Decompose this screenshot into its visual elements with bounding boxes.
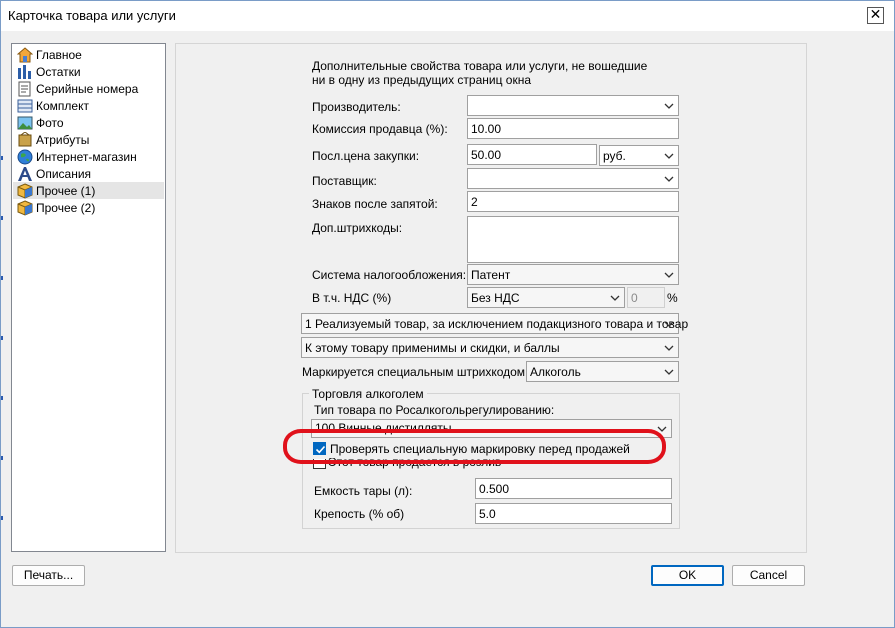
chevron-down-icon [664, 103, 674, 109]
title-bar: Карточка товара или услуги ✕ [1, 1, 894, 31]
description-line-2: ни в одну из предыдущих страниц окна [312, 73, 532, 87]
nav-item-descriptions[interactable]: Описания [13, 165, 164, 182]
discounts-value: К этому товару применимы и скидки, и бал… [305, 341, 560, 355]
background-window-edge [1, 126, 3, 546]
volume-label: Емкость тары (л): [314, 484, 413, 498]
nav-item-label: Остатки [36, 64, 81, 79]
supplier-label: Поставщик: [312, 174, 377, 188]
check-marking-label: Проверять специальную маркировку перед п… [330, 442, 630, 456]
chevron-down-icon [657, 426, 667, 432]
description-line-1: Дополнительные свойства товара или услуг… [312, 59, 648, 73]
vat-label: В т.ч. НДС (%) [312, 291, 392, 305]
photo-icon [17, 115, 33, 131]
home-icon [16, 46, 34, 63]
nav-item-kit[interactable]: Комплект [13, 97, 164, 114]
nav-item-label: Серийные номера [36, 81, 139, 96]
chevron-down-icon [610, 295, 620, 301]
nav-item-label: Главное [36, 47, 82, 62]
decimals-label: Знаков после запятой: [312, 197, 438, 211]
kit-icon [17, 98, 33, 114]
nav-item-webshop[interactable]: Интернет-магазин [13, 148, 164, 165]
commission-input[interactable]: 10.00 [467, 118, 679, 139]
print-button[interactable]: Печать... [12, 565, 85, 586]
nav-item-label: Прочее (2) [36, 200, 96, 215]
barcodes-textarea[interactable] [467, 216, 679, 263]
serial-numbers-icon [17, 81, 33, 97]
nav-item-photo[interactable]: Фото [13, 114, 164, 131]
commission-value: 10.00 [471, 122, 502, 136]
nav-item-serials[interactable]: Серийные номера [13, 80, 164, 97]
nav-item-label: Комплект [36, 98, 89, 113]
vat-rate-value: 0 [631, 291, 638, 305]
nav-item-attributes[interactable]: Атрибуты [13, 130, 164, 148]
product-card-window: Карточка товара или услуги ✕ Главное Ост… [0, 0, 895, 628]
check-marking-checkbox[interactable] [313, 442, 326, 455]
currency-combo[interactable]: руб. [599, 145, 679, 166]
chevron-down-icon [664, 176, 674, 182]
product-type-combo[interactable]: 1 Реализуемый товар, за исключением пода… [301, 313, 688, 334]
vat-rate-input: 0 [627, 287, 665, 308]
tax-system-value: Патент [471, 268, 511, 282]
currency-value: руб. [603, 149, 626, 163]
chevron-down-icon [664, 272, 674, 278]
volume-value: 0.500 [479, 482, 510, 496]
decimals-input[interactable]: 2 [467, 191, 679, 212]
vat-value: Без НДС [471, 291, 520, 305]
manufacturer-combo[interactable] [467, 95, 679, 116]
volume-input[interactable]: 0.500 [475, 478, 672, 499]
tax-system-label: Система налогообложения: [312, 268, 467, 282]
chevron-down-icon [664, 369, 674, 375]
draft-checkbox[interactable] [313, 459, 326, 469]
nav-item-other-1[interactable]: Прочее (1) [13, 182, 164, 199]
decimals-value: 2 [471, 195, 478, 209]
globe-icon [17, 149, 33, 165]
last-price-label: Посл.цена закупки: [312, 149, 420, 163]
special-barcode-label: Маркируется специальным штрихкодом: [302, 365, 529, 379]
strength-input[interactable]: 5.0 [475, 503, 672, 524]
nav-item-label: Фото [36, 115, 64, 130]
nav-item-other-2[interactable]: Прочее (2) [13, 199, 164, 216]
alcohol-type-value: 100 Винные дистилляты [315, 421, 452, 435]
special-barcode-combo[interactable]: Алкоголь [526, 361, 679, 382]
draft-label: Этот товар продается в розлив [328, 458, 502, 469]
chevron-down-icon [664, 345, 674, 351]
alcohol-type-label: Тип товара по Росалкогольрегулированию: [314, 403, 555, 417]
nav-item-label: Интернет-магазин [36, 149, 137, 164]
nav-item-label: Атрибуты [36, 132, 90, 147]
last-price-value: 50.00 [471, 148, 502, 162]
nav-item-stock[interactable]: Остатки [13, 63, 164, 80]
box-icon [17, 199, 33, 216]
nav-item-label: Описания [36, 166, 92, 181]
checkmark-icon [315, 445, 326, 454]
tax-system-combo[interactable]: Патент [467, 264, 679, 285]
attributes-icon [17, 130, 33, 148]
discounts-combo[interactable]: К этому товару применимы и скидки, и бал… [301, 337, 679, 358]
close-button[interactable]: ✕ [867, 7, 884, 24]
supplier-combo[interactable] [467, 168, 679, 189]
window-title: Карточка товара или услуги [8, 8, 176, 23]
strength-label: Крепость (% об) [314, 507, 405, 521]
box-icon [17, 182, 33, 199]
last-price-input[interactable]: 50.00 [467, 144, 597, 165]
section-list: Главное Остатки Серийные номера Комплект… [11, 43, 166, 552]
barcodes-label: Доп.штрихкоды: [312, 221, 403, 235]
strength-value: 5.0 [479, 507, 496, 521]
stock-chart-icon [17, 64, 33, 80]
alcohol-group-title: Торговля алкоголем [309, 387, 427, 401]
cancel-button[interactable]: Cancel [732, 565, 805, 586]
chevron-down-icon [664, 153, 674, 159]
special-barcode-value: Алкоголь [530, 365, 581, 379]
alcohol-type-combo[interactable]: 100 Винные дистилляты [311, 419, 672, 438]
font-letter-icon [17, 166, 33, 182]
chevron-down-icon [664, 321, 674, 327]
vat-combo[interactable]: Без НДС [467, 287, 625, 308]
product-type-value: 1 Реализуемый товар, за исключением пода… [305, 317, 689, 331]
nav-item-main[interactable]: Главное [13, 46, 164, 63]
commission-label: Комиссия продавца (%): [312, 122, 448, 136]
vat-percent-sign: % [667, 291, 678, 305]
manufacturer-label: Производитель: [312, 100, 401, 114]
nav-item-label: Прочее (1) [36, 183, 96, 198]
ok-button[interactable]: OK [651, 565, 724, 586]
